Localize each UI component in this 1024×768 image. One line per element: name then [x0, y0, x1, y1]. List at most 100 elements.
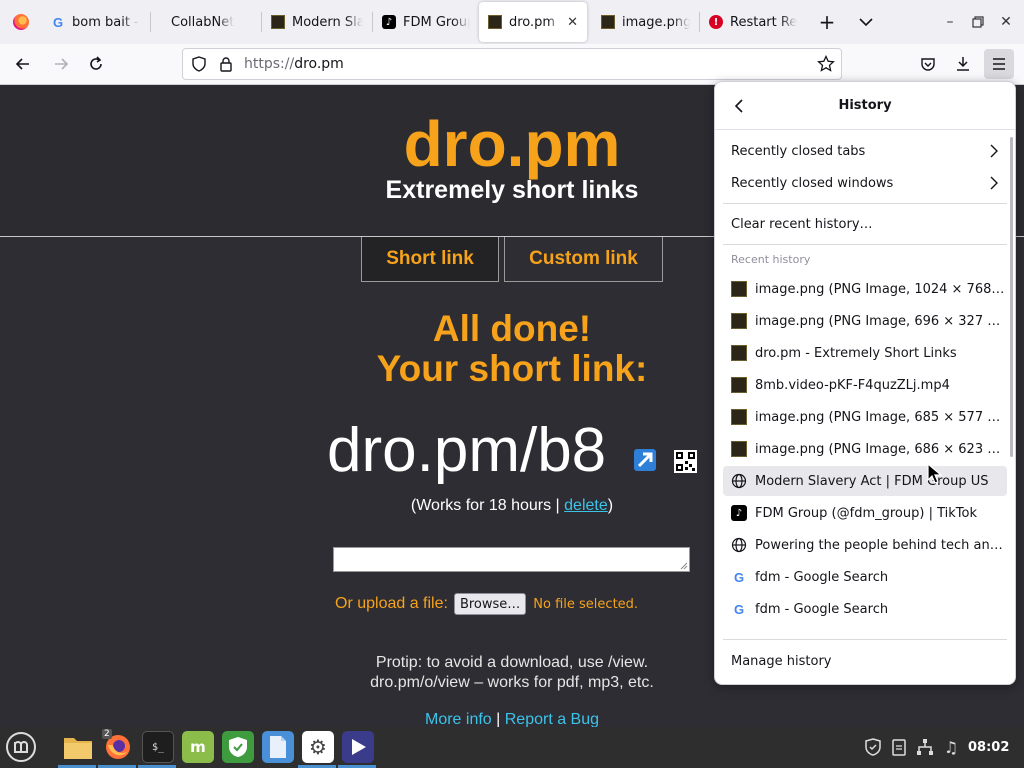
terminal-app[interactable]: $_ — [142, 731, 174, 763]
open-link-icon[interactable] — [633, 448, 657, 472]
tab-collabnet[interactable]: CollabNet — [151, 2, 261, 42]
image-thumb-icon — [731, 281, 747, 297]
history-item[interactable]: Modern Slavery Act | FDM Group US — [723, 466, 1007, 496]
history-item[interactable]: image.png (PNG Image, 1024 × 768 pi… — [723, 274, 1007, 304]
back-arrow-icon — [15, 58, 29, 70]
address-bar[interactable]: https://dro.pm — [182, 48, 842, 80]
settings-app[interactable]: ⚙ — [302, 731, 334, 763]
delete-link[interactable]: delete — [564, 497, 608, 514]
tab-fdm-group[interactable]: ♪ FDM Group — [373, 2, 479, 42]
minimize-icon: – — [946, 14, 954, 30]
history-item-title: Powering the people behind tech and … — [755, 537, 1007, 553]
close-window-button[interactable]: ✕ — [990, 0, 1022, 44]
tab-label: FDM Group — [403, 14, 470, 30]
file-viewer-app[interactable] — [262, 731, 294, 763]
history-item-title: fdm - Google Search — [755, 569, 889, 585]
software-manager-app[interactable]: m — [182, 731, 214, 763]
separator — [723, 639, 1007, 640]
mint-menu-icon — [6, 732, 36, 762]
more-info-link[interactable]: More info — [425, 711, 492, 727]
hamburger-menu-icon — [993, 58, 1005, 70]
tab-dro-pm[interactable]: dro.pm - ✕ — [479, 2, 587, 42]
shield-icon — [229, 737, 247, 757]
download-icon — [957, 57, 969, 71]
clear-recent-history-item[interactable]: Clear recent history… — [723, 209, 1007, 239]
image-thumb-icon — [488, 15, 502, 29]
lock-icon[interactable] — [219, 56, 233, 76]
new-tab-button[interactable]: + — [806, 0, 848, 44]
history-item[interactable]: image.png (PNG Image, 685 × 577 pix… — [723, 402, 1007, 432]
scrollbar[interactable] — [1010, 137, 1013, 457]
tab-label: Modern Sla — [292, 14, 363, 30]
history-item[interactable]: G fdm - Google Search — [723, 562, 1007, 592]
plus-icon: + — [818, 10, 836, 34]
history-panel-title: History — [838, 98, 892, 113]
tiktok-icon: ♪ — [382, 15, 396, 29]
tracking-protection-icon[interactable] — [191, 56, 207, 76]
qr-code-icon[interactable] — [674, 450, 697, 473]
sound-tray-icon[interactable]: ♫ — [941, 737, 961, 757]
close-icon: ✕ — [1000, 14, 1012, 30]
tab-strip: G bom bait - CollabNet Modern Sla ♪ FDM … — [0, 0, 1024, 44]
google-icon: G — [52, 14, 64, 30]
files-app[interactable] — [62, 731, 94, 763]
firefox-app[interactable]: 2 — [102, 729, 134, 763]
tab-google-search[interactable]: G bom bait - — [42, 2, 150, 42]
tab-image-png[interactable]: image.png — [587, 2, 699, 42]
error-icon: ! — [709, 15, 723, 29]
network-tray-icon[interactable] — [915, 737, 935, 757]
list-all-tabs-button[interactable] — [848, 0, 884, 44]
recently-closed-windows-item[interactable]: Recently closed windows — [723, 168, 1007, 198]
forward-button[interactable] — [46, 49, 76, 79]
image-thumb-icon — [731, 377, 747, 393]
resize-handle-icon[interactable] — [679, 561, 688, 570]
history-item[interactable]: Powering the people behind tech and … — [723, 530, 1007, 560]
reload-button[interactable] — [81, 49, 111, 79]
report-bug-link[interactable]: Report a Bug — [505, 711, 599, 727]
recently-closed-tabs-item[interactable]: Recently closed tabs — [723, 136, 1007, 166]
file-status: No file selected. — [533, 596, 639, 612]
tab-modern-slavery[interactable]: Modern Sla — [262, 2, 372, 42]
chevron-right-icon — [990, 176, 998, 190]
history-item[interactable]: dro.pm - Extremely Short Links — [723, 338, 1007, 368]
url-text[interactable]: https://dro.pm — [244, 56, 344, 72]
tiktok-icon: ♪ — [731, 505, 747, 521]
pocket-icon — [921, 58, 935, 71]
vpn-app[interactable] — [222, 731, 254, 763]
history-item[interactable]: image.png (PNG Image, 686 × 623 pix… — [723, 434, 1007, 464]
tab-custom-link[interactable]: Custom link — [504, 237, 663, 282]
close-tab-icon[interactable]: ✕ — [567, 15, 578, 30]
firefox-icon — [13, 14, 29, 30]
app-menu-button[interactable] — [984, 49, 1014, 79]
image-thumb-icon — [601, 15, 615, 29]
history-item-title: image.png (PNG Image, 686 × 623 pix… — [755, 441, 1007, 457]
pocket-button[interactable] — [913, 49, 943, 79]
manage-history-item[interactable]: Manage history — [723, 646, 1007, 676]
shield-tray-icon[interactable] — [863, 737, 883, 757]
chevron-down-icon — [859, 18, 873, 27]
tab-short-link[interactable]: Short link — [361, 237, 499, 282]
history-item[interactable]: image.png (PNG Image, 696 × 327 pix… — [723, 306, 1007, 336]
media-player-app[interactable] — [342, 731, 374, 763]
firefox-view-button[interactable] — [0, 0, 42, 44]
history-item-title: dro.pm - Extremely Short Links — [755, 345, 957, 361]
short-link-text[interactable]: dro.pm/b8 — [327, 415, 606, 486]
back-button[interactable] — [8, 49, 38, 79]
clock[interactable]: 08:02 — [968, 740, 1009, 755]
history-item[interactable]: ♪ FDM Group (@fdm_group) | TikTok — [723, 498, 1007, 528]
start-menu-button[interactable] — [4, 731, 38, 763]
link-textarea[interactable] — [333, 547, 690, 572]
downloads-button[interactable] — [948, 49, 978, 79]
restore-icon — [972, 16, 984, 28]
browse-button[interactable]: Browse… — [453, 593, 527, 615]
mint-icon: m — [190, 738, 206, 756]
folder-icon — [64, 738, 92, 759]
tab-restart-required[interactable]: ! Restart Re — [700, 2, 806, 42]
menu-item-label: Clear recent history… — [731, 216, 873, 232]
history-item[interactable]: 8mb.video-pKF-F4quzZLj.mp4 — [723, 370, 1007, 400]
clipboard-tray-icon[interactable] — [889, 737, 909, 757]
taskbar: 2 $_ m ⚙ ♫ 08:02 — [0, 727, 1024, 768]
bookmark-star-icon[interactable] — [817, 54, 835, 77]
history-item[interactable]: G fdm - Google Search — [723, 594, 1007, 624]
tab-label: bom bait - — [72, 14, 139, 30]
